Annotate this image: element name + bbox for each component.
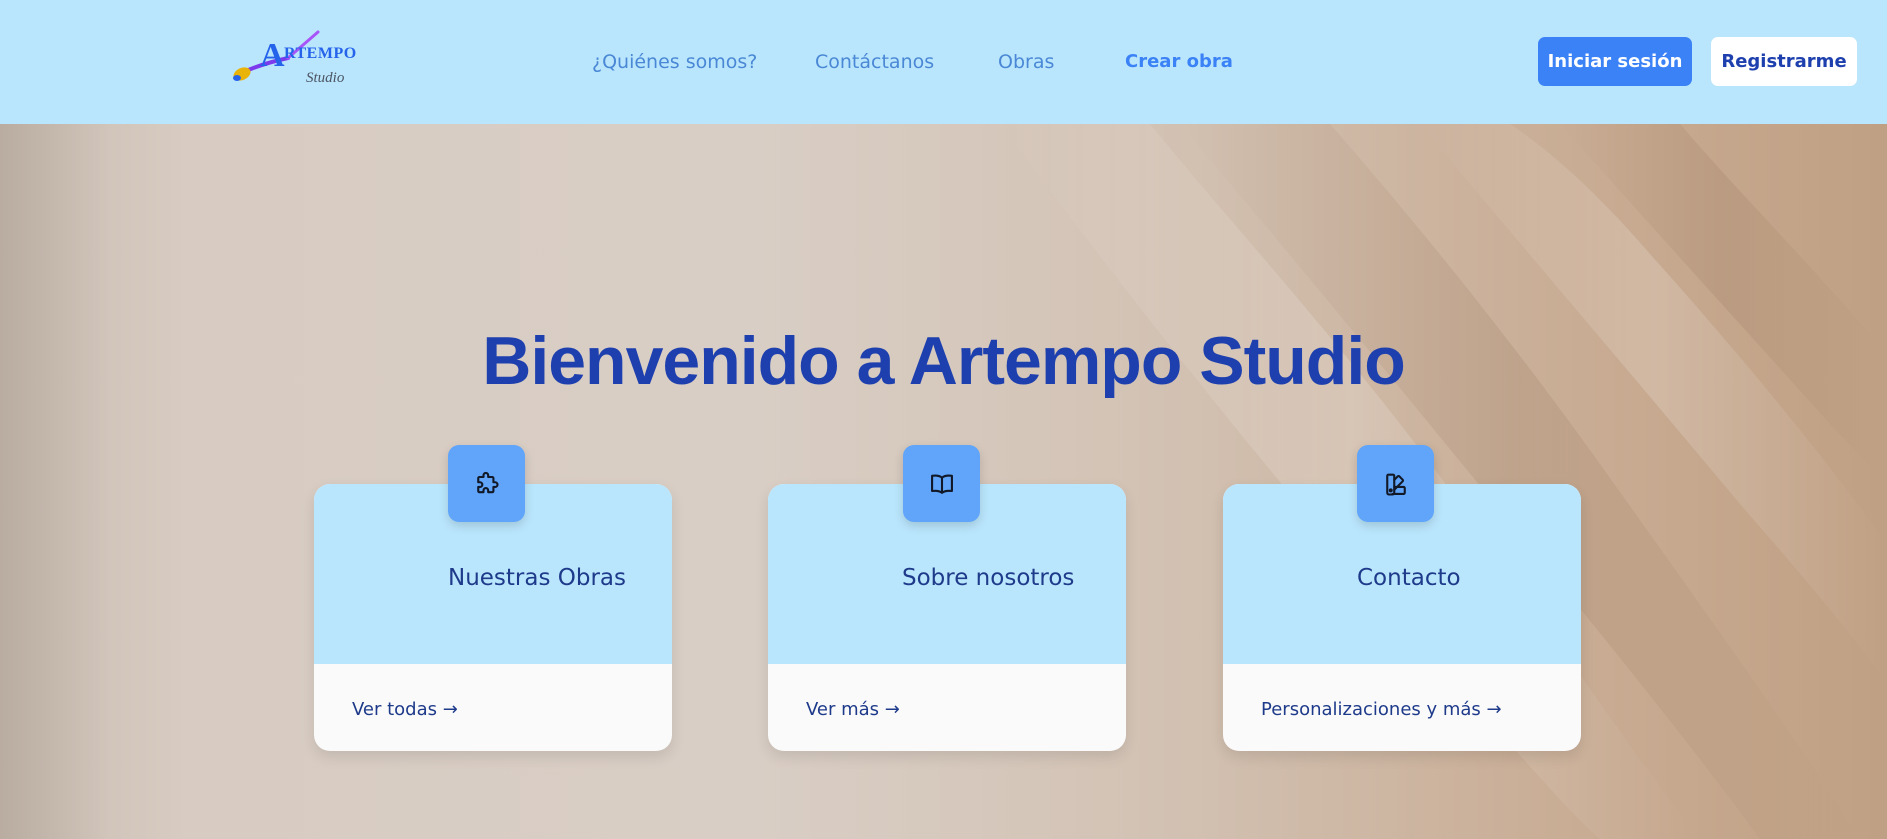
- card-nuestras-obras[interactable]: Nuestras Obras Ver todas →: [314, 484, 672, 751]
- svg-text:A: A: [260, 37, 285, 74]
- nav-quienes-somos[interactable]: ¿Quiénes somos?: [592, 50, 757, 74]
- ver-mas-link[interactable]: Ver más →: [806, 699, 900, 720]
- paintbrush-logo-icon: A RTEMPO Studio: [233, 30, 357, 86]
- login-button[interactable]: Iniciar sesión: [1538, 37, 1692, 86]
- card-contacto[interactable]: Contacto Personalizaciones y más →: [1223, 484, 1581, 751]
- hero-title: Bienvenido a Artempo Studio: [482, 323, 1406, 399]
- card-title: Nuestras Obras: [448, 565, 627, 591]
- register-button[interactable]: Registrarme: [1711, 37, 1857, 86]
- ver-todas-link[interactable]: Ver todas →: [352, 699, 458, 720]
- card-title: Sobre nosotros: [902, 565, 1075, 591]
- card-sobre-nosotros[interactable]: Sobre nosotros Ver más →: [768, 484, 1126, 751]
- svg-text:RTEMPO: RTEMPO: [284, 45, 357, 62]
- book-open-icon: [903, 445, 980, 522]
- site-header: A RTEMPO Studio ¿Quiénes somos? Contácta…: [0, 0, 1887, 124]
- nav-contactanos[interactable]: Contáctanos: [815, 50, 934, 74]
- card-title: Contacto: [1357, 565, 1461, 591]
- swatch-icon: [1357, 445, 1434, 522]
- puzzle-icon: [448, 445, 525, 522]
- artempo-logo[interactable]: A RTEMPO Studio: [230, 28, 375, 94]
- personalizaciones-link[interactable]: Personalizaciones y más →: [1261, 699, 1502, 720]
- nav-obras[interactable]: Obras: [998, 50, 1054, 74]
- svg-text:Studio: Studio: [306, 70, 345, 86]
- nav-crear-obra[interactable]: Crear obra: [1125, 50, 1233, 74]
